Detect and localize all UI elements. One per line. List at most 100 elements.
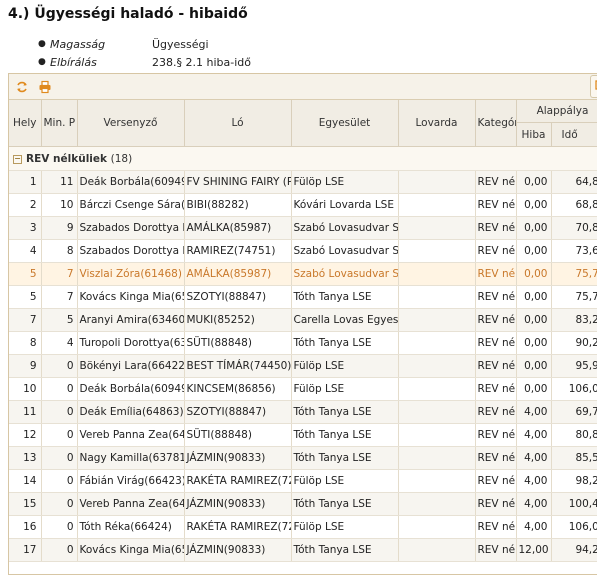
cell-versenyzo: Deák Borbála(60949): [77, 377, 185, 401]
col-header-hiba[interactable]: Hiba: [516, 122, 552, 147]
cell-kategoria: REV nél: [475, 193, 517, 217]
info-row: ● Magasság Ügyességi: [38, 35, 251, 53]
table-row[interactable]: 17 0 Kovács Kinga Mia(652 JÁZMIN(90833) Tóth…: [9, 538, 597, 562]
cell-ido: 106,08: [551, 515, 597, 539]
cell-lovarda: [398, 354, 476, 378]
cell-minp: 0: [41, 400, 78, 424]
cell-kategoria: REV nél: [475, 515, 517, 539]
group-row[interactable]: − REV nélküliek (18): [9, 146, 597, 171]
table-row[interactable]: 11 0 Deák Emília(64863) SZOTYI(88847) Tóth T…: [9, 400, 597, 424]
cell-kategoria: REV nél: [475, 446, 517, 470]
cell-lo: SÜTI(88848): [184, 423, 292, 447]
col-header-kategoria[interactable]: Kategóri: [475, 100, 517, 147]
table-row[interactable]: 8 4 Turopoli Dorottya(637 SÜTI(88848) Tóth T…: [9, 331, 597, 355]
cell-lo: AMÁLKA(85987): [184, 262, 292, 286]
table-row[interactable]: 1 11 Deák Borbála(60949) FV SHINING FAIRY (…: [9, 170, 597, 194]
cell-kategoria: REV nél: [475, 538, 517, 562]
cell-kategoria: REV nél: [475, 216, 517, 240]
cell-lovarda: [398, 469, 476, 493]
cell-hiba: 4,00: [516, 423, 552, 447]
table-row[interactable]: 4 8 Szabados Dorottya El RAMIREZ(74751) Szab…: [9, 239, 597, 263]
cell-minp: 0: [41, 469, 78, 493]
cell-ido: 70,84: [551, 216, 597, 240]
cell-ido: 83,27: [551, 308, 597, 332]
print-icon[interactable]: [38, 79, 52, 94]
results-grid: Hely Min. P Versenyző Ló Egyesület Lovar…: [8, 73, 597, 575]
cell-hely: 8: [9, 331, 42, 355]
cell-lo: KINCSEM(86856): [184, 377, 292, 401]
cell-hiba: 0,00: [516, 285, 552, 309]
cell-versenyzo: Fábián Virág(66423): [77, 469, 185, 493]
page-title: 4.) Ügyességi haladó - hibaidő: [8, 6, 248, 22]
col-header-egyesulet[interactable]: Egyesület: [291, 100, 399, 147]
cell-hely: 12: [9, 423, 42, 447]
cell-hely: 16: [9, 515, 42, 539]
col-header-versenyzo[interactable]: Versenyző: [77, 100, 185, 147]
col-header-minp[interactable]: Min. P: [41, 100, 78, 147]
cell-ido: 69,70: [551, 400, 597, 424]
cell-hely: 13: [9, 446, 42, 470]
cell-lo: RAKÉTA RAMIREZ(72: [184, 469, 292, 493]
cell-egyesulet: Kóvári Lovarda LSE: [291, 193, 399, 217]
table-row[interactable]: 5 7 Kovács Kinga Mia(652 SZOTYI(88847) Tóth …: [9, 285, 597, 309]
cell-lo: MUKI(85252): [184, 308, 292, 332]
cell-lo: SZOTYI(88847): [184, 400, 292, 424]
table-row[interactable]: 9 0 Bökényi Lara(66422) BEST TÍMÁR(74450) Fü…: [9, 354, 597, 378]
cell-lovarda: [398, 193, 476, 217]
cell-egyesulet: Tóth Tanya LSE: [291, 492, 399, 516]
competition-info: ● Magasság Ügyességi ● Elbírálás 238.§ 2.1 hi…: [38, 35, 251, 71]
table-row[interactable]: 15 0 Vereb Panna Zea(645 JÁZMIN(90833) Tóth …: [9, 492, 597, 516]
cell-kategoria: REV nél: [475, 377, 517, 401]
col-header-ido[interactable]: Idő: [551, 122, 597, 147]
cell-versenyzo: Bökényi Lara(66422): [77, 354, 185, 378]
table-row[interactable]: 2 10 Bárczi Csenge Sára(BIBI(88282) Kóvári …: [9, 193, 597, 217]
cell-lovarda: [398, 400, 476, 424]
table-row[interactable]: 16 0 Tóth Réka(66424) RAKÉTA RAMIREZ(72 Fülö…: [9, 515, 597, 539]
group-count: (18): [110, 152, 133, 165]
cell-versenyzo: Szabados Dorottya El: [77, 239, 185, 263]
cell-versenyzo: Deák Emília(64863): [77, 400, 185, 424]
col-header-hely[interactable]: Hely: [9, 100, 42, 147]
cell-kategoria: REV nél: [475, 469, 517, 493]
cell-egyesulet: Fülöp LSE: [291, 170, 399, 194]
cell-lovarda: [398, 239, 476, 263]
cell-ido: 106,09: [551, 377, 597, 401]
cell-versenyzo: Kovács Kinga Mia(652: [77, 538, 185, 562]
cell-hiba: 4,00: [516, 446, 552, 470]
table-row[interactable]: 10 0 Deák Borbála(60949) KINCSEM(86856) Fülö…: [9, 377, 597, 401]
cell-lo: AMÁLKA(85987): [184, 216, 292, 240]
cell-versenyzo: Viszlai Zóra(61468): [77, 262, 185, 286]
collapse-icon[interactable]: −: [13, 154, 22, 164]
table-row[interactable]: 13 0 Nagy Kamilla(63781) JÁZMIN(90833) Tóth …: [9, 446, 597, 470]
cell-hiba: 12,00: [516, 538, 552, 562]
cell-hely: 7: [9, 308, 42, 332]
bullet-icon: ●: [38, 57, 46, 67]
cell-hely: 14: [9, 469, 42, 493]
cell-egyesulet: Tóth Tanya LSE: [291, 285, 399, 309]
cell-hely: 4: [9, 239, 42, 263]
cell-ido: 75,76: [551, 285, 597, 309]
col-header-lo[interactable]: Ló: [184, 100, 292, 147]
cell-egyesulet: Szabó Lovasudvar SE: [291, 216, 399, 240]
cell-egyesulet: Fülöp LSE: [291, 515, 399, 539]
cell-egyesulet: Szabó Lovasudvar SE: [291, 262, 399, 286]
table-row[interactable]: 14 0 Fábián Virág(66423) RAKÉTA RAMIREZ(72 F…: [9, 469, 597, 493]
export-icon[interactable]: [590, 75, 597, 98]
col-header-lovarda[interactable]: Lovarda: [398, 100, 476, 147]
cell-minp: 0: [41, 354, 78, 378]
cell-lovarda: [398, 492, 476, 516]
cell-kategoria: REV nél: [475, 331, 517, 355]
cell-lovarda: [398, 262, 476, 286]
table-row[interactable]: 5 7 Viszlai Zóra(61468) AMÁLKA(85987) Szabó …: [9, 262, 597, 286]
cell-ido: 85,52: [551, 446, 597, 470]
table-row[interactable]: 7 5 Aranyi Amira(63460) MUKI(85252) Carella …: [9, 308, 597, 332]
info-label: Elbírálás: [50, 55, 97, 69]
cell-hely: 2: [9, 193, 42, 217]
cell-lovarda: [398, 377, 476, 401]
refresh-icon[interactable]: [15, 79, 29, 93]
table-row[interactable]: 3 9 Szabados Dorottya El AMÁLKA(85987) Szabó…: [9, 216, 597, 240]
cell-lo: BIBI(88282): [184, 193, 292, 217]
table-row[interactable]: 12 0 Vereb Panna Zea(645 SÜTI(88848) Tóth Ta…: [9, 423, 597, 447]
cell-egyesulet: Fülöp LSE: [291, 469, 399, 493]
cell-ido: 94,22: [551, 538, 597, 562]
